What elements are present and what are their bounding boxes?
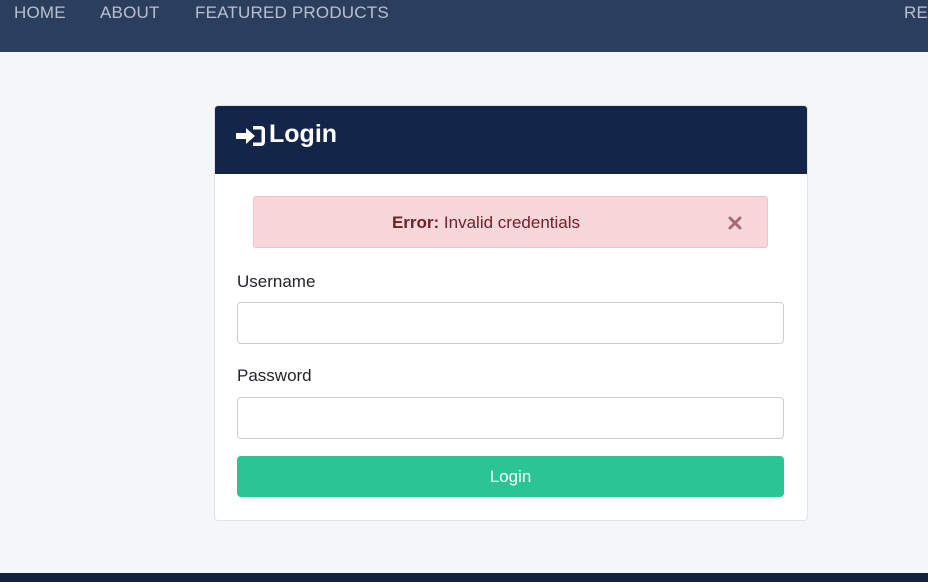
footer-bar: [0, 573, 928, 582]
nav-featured-products-link[interactable]: FEATURED PRODUCTS: [195, 3, 389, 23]
error-message: Error: Invalid credentials: [254, 213, 718, 233]
username-label: Username: [237, 272, 316, 291]
sign-in-icon: [236, 126, 265, 146]
nav-home-link[interactable]: HOME: [14, 3, 66, 23]
error-prefix: Error:: [391, 213, 440, 232]
top-navbar: HOME ABOUT FEATURED PRODUCTS REG: [0, 0, 928, 52]
password-input[interactable]: [237, 397, 784, 439]
login-card-header: Login: [215, 106, 807, 174]
login-button[interactable]: Login: [237, 456, 784, 497]
nav-about-link[interactable]: ABOUT: [100, 3, 160, 23]
password-label: Password: [237, 366, 312, 385]
error-text: Invalid credentials: [439, 213, 581, 232]
username-input[interactable]: [237, 302, 784, 344]
error-alert: Error: Invalid credentials: [253, 196, 768, 248]
login-title: Login: [269, 120, 338, 148]
close-icon[interactable]: [726, 214, 744, 232]
login-card: Login Error: Invalid credentials Usernam…: [214, 105, 808, 521]
nav-register-link[interactable]: REG: [904, 3, 928, 23]
